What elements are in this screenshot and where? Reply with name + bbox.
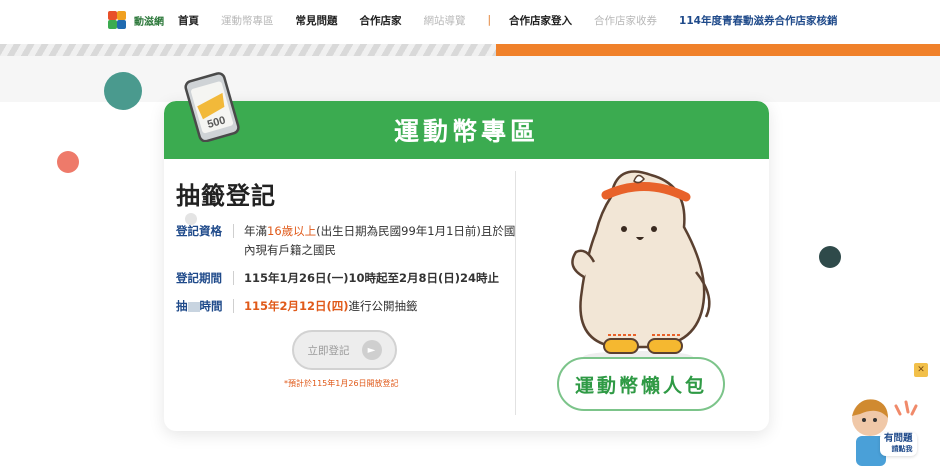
banner-strip (0, 44, 940, 56)
eligibility-pre: 年滿 (244, 224, 267, 238)
nav-item[interactable]: 運動幣專區 (221, 13, 274, 28)
logo-text: 動滋網 (134, 16, 164, 28)
card-divider (515, 171, 516, 415)
nav-item[interactable]: 合作店家 (360, 13, 402, 28)
decor-dot-dark (819, 246, 841, 268)
register-button[interactable]: 立即登記 ► (292, 330, 397, 370)
nav-item[interactable]: 網站導覽 (424, 13, 466, 28)
draw-suffix: 進行公開抽籤 (348, 299, 418, 313)
section-title: 抽籤登記 (176, 182, 276, 210)
mascot-illustration (571, 170, 711, 363)
eligibility-age: 16歲以上 (267, 224, 317, 238)
draw-value: 115年2月12日(四)進行公開抽籤 (244, 297, 516, 316)
help-label[interactable]: 有問題 請點我 (880, 432, 917, 456)
register-button-label: 立即登記 (307, 344, 350, 357)
site-header: 動滋網 首頁 運動幣專區 常見問題 合作店家 網站導覽 | 合作店家登入 合作店家收券 114年… (0, 0, 940, 40)
main-nav: 首頁 運動幣專區 常見問題 合作店家 網站導覽 | 合作店家登入 合作店家收券 114年度青春動… (178, 0, 859, 40)
close-icon[interactable]: ✕ (914, 363, 928, 377)
logo-icon (104, 7, 130, 33)
decor-dot-coral (57, 151, 79, 173)
eligibility-row: 登記資格 年滿16歲以上(出生日期為民國99年1月1日前)且於國內現有戶籍之國民 (176, 224, 516, 260)
period-row: 登記期間 115年1月26日(一)10時起至2月8日(日)24時止 (176, 271, 516, 288)
card-header: 運動幣專區 (164, 101, 769, 159)
nav-item[interactable]: 常見問題 (296, 13, 338, 28)
site-logo[interactable]: 動滋網 (104, 7, 164, 33)
period-value: 115年1月26日(一)10時起至2月8日(日)24時止 (244, 271, 500, 285)
draw-date: 115年2月12日(四) (244, 299, 349, 313)
nav-item[interactable]: 114年度青春動滋券合作店家核銷 (679, 13, 837, 28)
eligibility-value: 年滿16歲以上(出生日期為民國99年1月1日前)且於國內現有戶籍之國民 (244, 222, 516, 260)
register-note: *預計於115年1月26日開放登記 (284, 379, 399, 388)
card-title: 運動幣專區 (393, 117, 539, 146)
help-line1: 有問題 (884, 433, 913, 444)
sports-coin-card: 運動幣專區 抽籤登記 登記資格 年滿16歲以上(出生日期為民國99年1月1日前)… (164, 101, 769, 431)
eligibility-label: 登記資格 (176, 224, 234, 238)
lazy-guide-button[interactable]: 運動幣懶人包 (557, 357, 725, 411)
draw-label-b: 時間 (199, 299, 223, 313)
nav-item[interactable]: 合作店家收券 (594, 13, 657, 28)
draw-label: 抽時間 (176, 299, 234, 313)
decor-dot-teal (104, 72, 142, 110)
nav-separator: | (487, 14, 492, 26)
help-line2: 請點我 (891, 445, 913, 453)
banner-strip-gray (0, 44, 496, 56)
draw-row: 抽時間 115年2月12日(四)進行公開抽籤 (176, 299, 516, 316)
coin-ticket-icon: 500 (184, 72, 240, 142)
draw-label-a: 抽 (176, 299, 188, 313)
nav-item[interactable]: 合作店家登入 (509, 13, 572, 28)
lazy-guide-label: 運動幣懶人包 (574, 374, 707, 397)
banner-strip-orange (496, 44, 940, 56)
nav-item[interactable]: 首頁 (178, 13, 199, 28)
period-label: 登記期間 (176, 271, 234, 285)
obscured-char (187, 301, 200, 312)
chevron-right-icon: ► (361, 340, 382, 360)
